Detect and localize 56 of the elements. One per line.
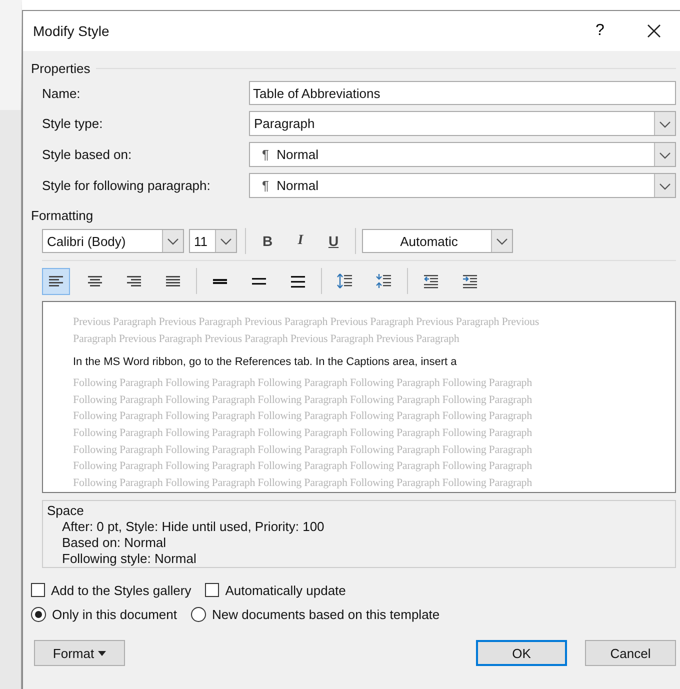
close-button[interactable] xyxy=(645,22,663,40)
preview-following-text: Following Paragraph Following Paragraph Following Paragraph Following Paragraph Following Paragraph xyxy=(73,376,534,392)
checkbox-label: Add to the Styles gallery xyxy=(51,582,192,598)
caret-icon xyxy=(98,650,106,656)
field-label: Style for following paragraph: xyxy=(42,178,212,193)
increase-indent-icon xyxy=(461,273,479,289)
align-center-icon xyxy=(86,273,104,289)
bold-button[interactable]: B xyxy=(254,229,281,253)
align-right-icon xyxy=(125,273,143,289)
help-button[interactable]: ? xyxy=(590,22,610,40)
radio-label: Only in this document xyxy=(52,606,178,622)
font-dropdown[interactable]: Calibri (Body) xyxy=(42,229,184,253)
preview-sample-text: In the MS Word ribbon, go to the References tab. In the Captions area, insert a xyxy=(73,356,458,368)
checkbox[interactable] xyxy=(205,583,220,597)
justify-icon xyxy=(164,273,182,289)
field-label: Name: xyxy=(42,86,82,100)
preview-previous-text: Previous Paragraph Previous Paragraph Previous Paragraph Previous Paragraph Previous Paragraph Previous xyxy=(73,315,540,330)
preview-following-text: Following Paragraph Following Paragraph Following Paragraph Following Paragraph Following Paragraph xyxy=(73,459,534,474)
radio-button[interactable] xyxy=(31,606,46,622)
line-spacing-arrows-icon xyxy=(336,273,354,289)
align-left-button[interactable] xyxy=(42,268,70,294)
close-icon xyxy=(646,23,662,39)
font-color-dropdown[interactable]: Automatic xyxy=(362,229,513,253)
style-dropdown[interactable]: ¶ Normal xyxy=(249,173,676,198)
field-label: Style based on: xyxy=(42,147,133,162)
preview-following-text: Following Paragraph Following Paragraph Following Paragraph Following Paragraph Following Paragraph xyxy=(73,409,534,424)
format-menu-button[interactable]: Format xyxy=(34,640,125,666)
description-title: Space xyxy=(47,503,85,519)
style-dropdown[interactable]: Paragraph xyxy=(249,111,676,136)
description-text: Following style: Normal xyxy=(61,551,198,567)
line-spacing-arrows-icon xyxy=(375,273,393,289)
checkbox[interactable] xyxy=(31,583,45,597)
name-field[interactable]: Table of Abbreviations xyxy=(249,81,676,105)
underline-button[interactable]: U xyxy=(320,229,347,253)
radio-label: New documents based on this template xyxy=(212,606,440,622)
window-title: Modify Style xyxy=(33,23,110,39)
align-left-icon xyxy=(47,273,65,289)
double-spacing-icon xyxy=(289,273,307,289)
radio-button[interactable] xyxy=(191,606,206,622)
ok-button[interactable]: OK xyxy=(476,640,567,666)
description-text: After: 0 pt, Style: Hide until used, Priority: 100 xyxy=(61,519,326,535)
font-size-dropdown[interactable]: 11 xyxy=(189,229,237,253)
preview-following-text: Following Paragraph Following Paragraph Following Paragraph Following Paragraph Following Paragraph xyxy=(73,442,534,458)
description-text: Based on: Normal xyxy=(61,535,168,551)
cancel-button[interactable]: Cancel xyxy=(585,640,676,666)
checkbox-label: Automatically update xyxy=(225,582,346,598)
preview-previous-text: Paragraph Previous Paragraph Previous Paragraph Previous Paragraph Previous Paragraph xyxy=(73,332,460,347)
preview-following-text: Following Paragraph Following Paragraph Following Paragraph Following Paragraph Following Paragraph xyxy=(73,392,534,408)
style-dropdown[interactable]: ¶ Normal xyxy=(249,142,676,167)
field-label: Style type: xyxy=(42,116,104,131)
section-heading: Formatting xyxy=(31,208,94,222)
preview-following-text: Following Paragraph Following Paragraph Following Paragraph Following Paragraph Following Paragraph xyxy=(73,476,534,491)
preview-following-text: Following Paragraph Following Paragraph Following Paragraph Following Paragraph Following Paragraph xyxy=(73,426,534,441)
italic-button[interactable]: I xyxy=(287,229,314,253)
decrease-indent-icon xyxy=(422,273,440,289)
section-heading: Properties xyxy=(31,60,90,76)
